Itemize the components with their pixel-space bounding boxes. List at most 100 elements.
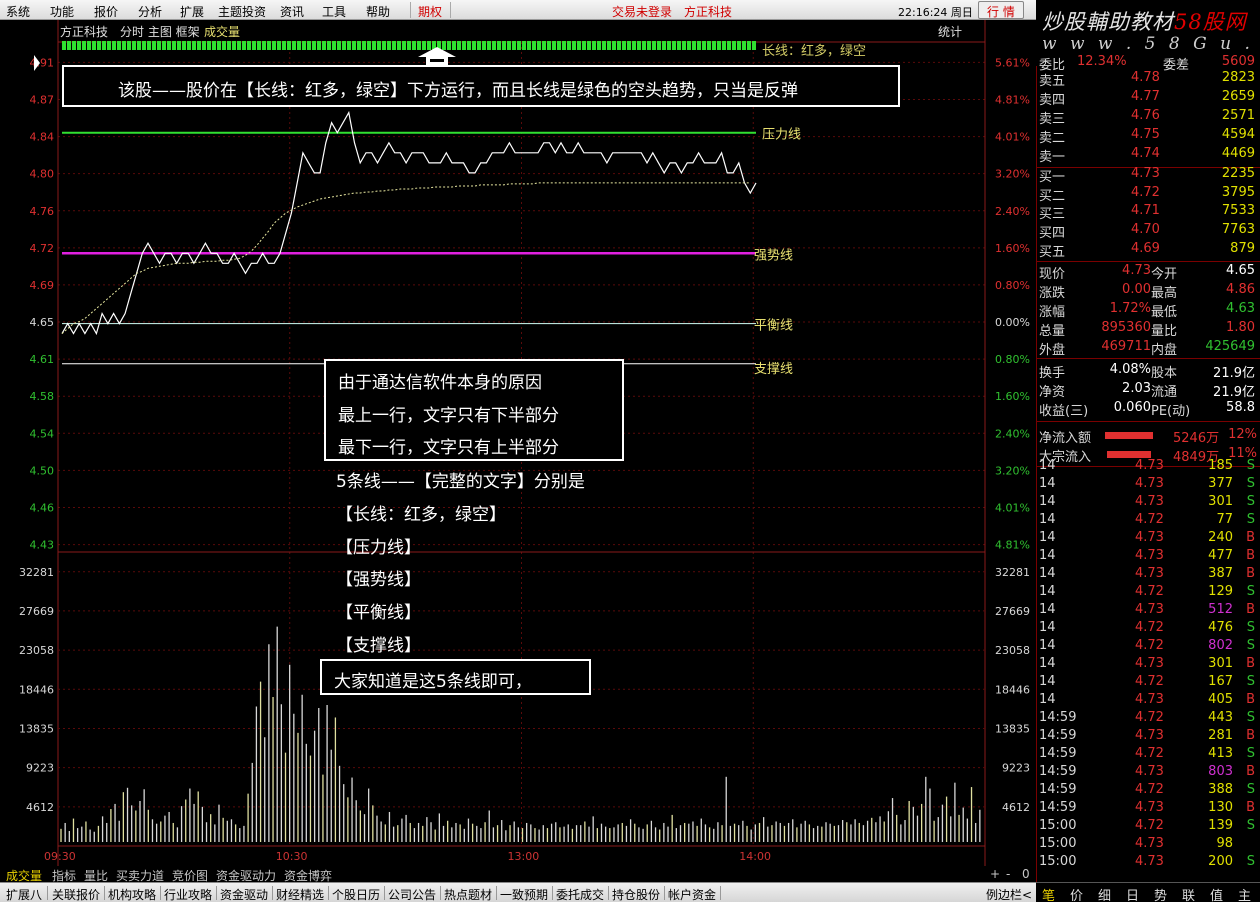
bid-row[interactable]: 买五 4.69 879 — [1037, 241, 1260, 260]
menu-item-quote[interactable]: 报价 — [94, 3, 118, 20]
tick-price: 4.73 — [1135, 764, 1164, 779]
bid-row[interactable]: 买二 4.72 3795 — [1037, 185, 1260, 204]
menu-item-options[interactable]: 期权 — [418, 3, 442, 20]
tick-row[interactable]: 14:59 4.72 413 S — [1037, 746, 1260, 764]
long-line-segment — [92, 41, 96, 50]
rtab-detail[interactable]: 细 — [1098, 885, 1111, 902]
quote-stat-row[interactable]: 涨跌 0.00 最高 4.86 — [1037, 282, 1260, 301]
tick-price: 4.72 — [1135, 782, 1164, 797]
tick-row[interactable]: 14 4.73 387 B — [1037, 566, 1260, 584]
long-line-segment — [142, 41, 146, 50]
quote-stat-row[interactable]: 涨幅 1.72% 最低 4.63 — [1037, 301, 1260, 320]
menu-item-extend[interactable]: 扩展 — [180, 3, 204, 20]
bottom-tab-news[interactable]: 财经精选 — [276, 886, 324, 902]
price-tick-label: 4.87 — [30, 93, 55, 106]
stat-value: 1.72% — [1109, 301, 1151, 316]
tick-row[interactable]: 14 4.73 301 S — [1037, 494, 1260, 512]
rtab-value[interactable]: 值 — [1210, 885, 1223, 902]
bottom-tab-calendar[interactable]: 个股日历 — [332, 886, 380, 902]
tick-time: 14 — [1039, 566, 1056, 581]
tick-row[interactable]: 15:00 4.73 200 S — [1037, 854, 1260, 872]
bid-row[interactable]: 买一 4.73 2235 — [1037, 166, 1260, 185]
rtab-price[interactable]: 价 — [1070, 885, 1083, 902]
tick-row[interactable]: 14 4.72 129 S — [1037, 584, 1260, 602]
tick-row[interactable]: 14 4.72 77 S — [1037, 512, 1260, 530]
rtab-ticks[interactable]: 笔 — [1042, 885, 1055, 902]
ask-row[interactable]: 卖四 4.77 2659 — [1037, 89, 1260, 108]
zoom-in-button[interactable]: + — [990, 867, 1000, 881]
quote-stat-row[interactable]: 收益(三) 0.060 PE(动) 58.8 — [1037, 400, 1260, 419]
tick-row[interactable]: 14:59 4.73 281 B — [1037, 728, 1260, 746]
bottom-tab-consensus[interactable]: 一致预期 — [500, 886, 548, 902]
bid-level-label: 买四 — [1039, 226, 1066, 242]
stat-value: 4.73 — [1122, 263, 1151, 278]
ask-row[interactable]: 卖三 4.76 2571 — [1037, 108, 1260, 127]
tick-side: B — [1246, 728, 1255, 743]
ask-price: 4.77 — [1131, 89, 1160, 104]
tick-row[interactable]: 14 4.73 512 B — [1037, 602, 1260, 620]
reset-button[interactable]: 0 — [1022, 867, 1030, 881]
stats-button[interactable]: 统计 — [938, 23, 962, 40]
bottom-tab-related-quote[interactable]: 关联报价 — [52, 886, 100, 902]
quote-stat-row[interactable]: 净资 2.03 流通 21.9亿 — [1037, 381, 1260, 400]
quote-stat-row[interactable]: 总量 895360 量比 1.80 — [1037, 320, 1260, 339]
bottom-tab-extend[interactable]: 扩展八 — [6, 886, 42, 902]
bottom-tab-positions[interactable]: 持仓股份 — [612, 886, 660, 902]
bid-row[interactable]: 买四 4.70 7763 — [1037, 222, 1260, 242]
tick-row[interactable]: 14 4.72 476 S — [1037, 620, 1260, 638]
bottom-tab-orders[interactable]: 委托成交 — [556, 886, 604, 902]
tick-row[interactable]: 14 4.73 405 B — [1037, 692, 1260, 710]
tick-row[interactable]: 14 4.73 301 B — [1037, 656, 1260, 674]
menu-item-analysis[interactable]: 分析 — [138, 3, 162, 20]
chart-mode-label[interactable]: 分时 主图 框架 — [120, 23, 200, 40]
rtab-daily[interactable]: 日 — [1126, 885, 1139, 902]
rtab-trend[interactable]: 势 — [1154, 885, 1167, 902]
bottom-tab-announcement[interactable]: 公司公告 — [388, 886, 436, 902]
menu-item-system[interactable]: 系统 — [6, 3, 30, 20]
tick-row[interactable]: 14 4.73 185 S — [1037, 458, 1260, 476]
bottom-tab-hot-topics[interactable]: 热点题材 — [444, 886, 492, 902]
tick-volume: 77 — [1216, 512, 1233, 527]
menu-item-function[interactable]: 功能 — [50, 3, 74, 20]
menu-item-tools[interactable]: 工具 — [322, 3, 346, 20]
tick-row[interactable]: 14:59 4.72 388 S — [1037, 782, 1260, 800]
tick-row[interactable]: 14 4.72 167 S — [1037, 674, 1260, 692]
menu-item-theme[interactable]: 主题投资 — [218, 3, 266, 20]
ask-row[interactable]: 卖二 4.75 4594 — [1037, 127, 1260, 146]
tick-row[interactable]: 15:00 4.73 98 — [1037, 836, 1260, 854]
bottom-tab-fund-drive[interactable]: 资金驱动 — [220, 886, 268, 902]
tick-row[interactable]: 14:59 4.73 130 B — [1037, 800, 1260, 818]
fund-flow-row[interactable]: 净流入额 5246万 12% — [1037, 427, 1260, 446]
bottom-tab-account[interactable]: 帐户资金 — [668, 886, 716, 902]
bottom-tab-industry[interactable]: 行业攻略 — [164, 886, 212, 902]
long-line-segment — [482, 41, 486, 50]
ask-row[interactable]: 卖五 4.78 2823 — [1037, 70, 1260, 89]
quote-stat-row[interactable]: 外盘 469711 内盘 425649 — [1037, 339, 1260, 358]
intraday-chart-area[interactable]: 4.91 5.61% 4.87 4.81% 4.84 4.01% 4.80 3.20% 4.76… — [0, 20, 1036, 866]
quote-stat-row[interactable]: 现价 4.73 今开 4.65 — [1037, 263, 1260, 282]
tick-side: S — [1246, 746, 1255, 761]
quote-button[interactable]: 行 情 — [978, 1, 1024, 19]
tick-row[interactable]: 15:00 4.72 139 S — [1037, 818, 1260, 836]
tick-row[interactable]: 14 4.73 377 S — [1037, 476, 1260, 494]
long-line-segment — [392, 41, 396, 50]
tick-row[interactable]: 14 4.73 477 B — [1037, 548, 1260, 566]
tick-row[interactable]: 14 4.73 240 B — [1037, 530, 1260, 548]
sidebar-toggle-button[interactable]: 例边栏< — [986, 886, 1032, 902]
tick-row[interactable]: 14:59 4.72 443 S — [1037, 710, 1260, 728]
rtab-main[interactable]: 主 — [1238, 885, 1251, 902]
long-line-segment — [162, 41, 166, 50]
login-status[interactable]: 交易未登录 — [612, 3, 672, 20]
bottom-tab-institution[interactable]: 机构攻略 — [108, 886, 156, 902]
quote-stat-row[interactable]: 换手 4.08% 股本 21.9亿 — [1037, 362, 1260, 381]
menu-item-help[interactable]: 帮助 — [366, 3, 390, 20]
menu-item-news[interactable]: 资讯 — [280, 3, 304, 20]
tick-row[interactable]: 14 4.72 802 S — [1037, 638, 1260, 656]
zoom-out-button[interactable]: - — [1006, 867, 1010, 881]
long-line-segment — [687, 41, 691, 50]
ask-row[interactable]: 卖一 4.74 4469 — [1037, 146, 1260, 165]
tick-row[interactable]: 14:59 4.73 803 B — [1037, 764, 1260, 782]
rtab-related[interactable]: 联 — [1182, 885, 1195, 902]
bid-volume: 7763 — [1221, 222, 1255, 238]
bid-row[interactable]: 买三 4.71 7533 — [1037, 203, 1260, 222]
